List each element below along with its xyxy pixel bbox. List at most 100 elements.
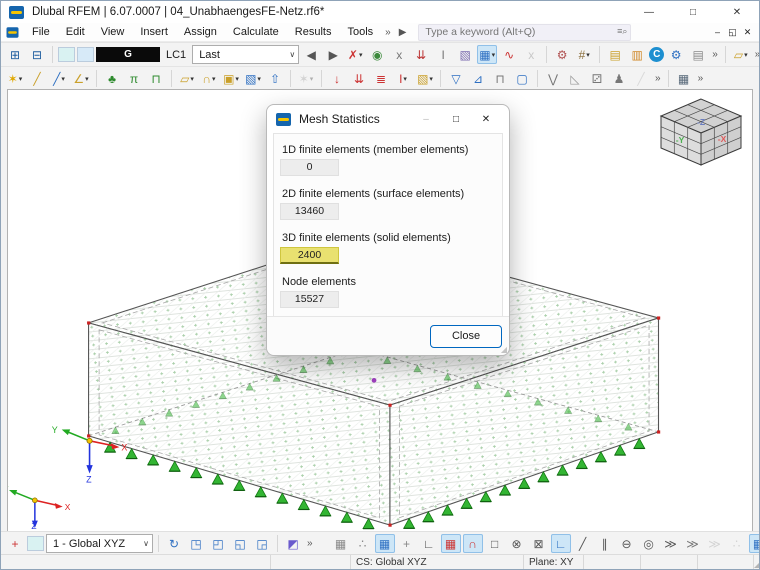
show-results-icon[interactable]: ∿	[499, 45, 519, 64]
new-nodal-load-icon[interactable]: ↓	[327, 69, 347, 88]
circle-snap-icon[interactable]: ⊗	[507, 534, 527, 553]
box-snap-icon[interactable]: ⊠	[529, 534, 549, 553]
grid-snap-icon[interactable]: ▦	[441, 534, 461, 553]
section-icon[interactable]: ⊓	[490, 69, 510, 88]
special-selection-icon[interactable]: ▱▾	[731, 45, 751, 64]
new-member-load-icon[interactable]: ⇊	[349, 69, 369, 88]
menu-item-insert[interactable]: Insert	[132, 23, 176, 41]
field-value[interactable]: 15527	[280, 291, 339, 308]
dialog-resize-grip[interactable]: ◢	[501, 345, 507, 354]
extension-snap-icon[interactable]: ≫	[661, 534, 681, 553]
view-rotate-icon[interactable]: ↻	[164, 534, 184, 553]
mesh-settings-icon[interactable]: ⚙	[552, 45, 572, 64]
generate-mesh-icon[interactable]: ▤	[605, 45, 625, 64]
filter-results-icon[interactable]: ▽	[446, 69, 466, 88]
new-nodal-support-icon[interactable]: ♣	[102, 69, 122, 88]
concentric-snap-icon[interactable]: ◎	[639, 534, 659, 553]
menu-run-arrow[interactable]: ▶	[395, 27, 411, 38]
new-line-support-icon[interactable]: π	[124, 69, 144, 88]
new-nurbs-surface-icon[interactable]: ∩▾	[199, 69, 219, 88]
numbering-options-icon[interactable]: #▾	[574, 45, 594, 64]
menu-item-edit[interactable]: Edit	[58, 23, 93, 41]
next-load-case-icon[interactable]: ▶	[323, 45, 343, 64]
maximize-button[interactable]: □	[671, 1, 715, 23]
dialog-titlebar[interactable]: Mesh Statistics – □ ✕	[267, 105, 509, 133]
new-node-icon[interactable]: ✶▾	[5, 69, 25, 88]
self-weight-badge[interactable]: G	[96, 47, 160, 62]
line-snap-icon[interactable]: ╱	[573, 534, 593, 553]
walk-through-icon[interactable]: ♟	[609, 69, 629, 88]
menu-item-file[interactable]: File	[24, 23, 58, 41]
field-value[interactable]: 0	[280, 159, 339, 176]
new-member-icon[interactable]: ╱▾	[49, 69, 69, 88]
toolbar-overflow-2[interactable]: »	[753, 49, 759, 60]
menu-item-tools[interactable]: Tools	[339, 23, 381, 41]
import-model-icon[interactable]: ▥	[627, 45, 647, 64]
new-polyline-icon[interactable]: ∠▾	[71, 69, 91, 88]
fe-mesh-nodes-icon[interactable]: ∴	[353, 534, 373, 553]
selected-node[interactable]	[372, 378, 377, 383]
dialog-maximize-button[interactable]: □	[441, 114, 471, 125]
new-combination-icon[interactable]: ▧▾	[415, 69, 435, 88]
show-grid-icon[interactable]: ▦	[749, 534, 759, 553]
show-loads-icon[interactable]: ⇊	[411, 45, 431, 64]
search-input[interactable]	[418, 24, 631, 41]
previous-load-case-icon[interactable]: ◀	[301, 45, 321, 64]
toolbar-overflow-4[interactable]: »	[653, 73, 663, 84]
show-solids-icon[interactable]: ▧	[455, 45, 475, 64]
ortho-snap-icon[interactable]: ∟	[551, 534, 571, 553]
tangent-snap-icon[interactable]: ⊖	[617, 534, 637, 553]
cs-color-swatch[interactable]	[27, 536, 44, 551]
menu-item-assign[interactable]: Assign	[176, 23, 225, 41]
new-line-icon[interactable]: ╱	[27, 69, 47, 88]
view-front-icon[interactable]: ◰	[208, 534, 228, 553]
view-isometric-icon[interactable]: ◳	[186, 534, 206, 553]
new-surface-icon[interactable]: ▱▾	[177, 69, 197, 88]
currency-badge[interactable]: C	[649, 47, 664, 62]
snap-angle-icon[interactable]: ∟	[419, 534, 439, 553]
new-opening-icon[interactable]: ▣▾	[221, 69, 241, 88]
toolbar-overflow-5[interactable]: »	[696, 73, 706, 84]
child-restore-button[interactable]: ◱	[725, 27, 740, 38]
fe-mesh-grid-icon[interactable]: ▦	[331, 534, 351, 553]
toolbar-overflow-6[interactable]: »	[305, 538, 315, 549]
background-color-swatch[interactable]	[58, 47, 75, 62]
perpendicular-snap-icon[interactable]: ≫	[683, 534, 703, 553]
menu-item-view[interactable]: View	[93, 23, 133, 41]
close-button[interactable]: ✕	[715, 1, 759, 23]
coordinate-system-icon[interactable]: +	[5, 534, 25, 553]
view-top-icon[interactable]: ◲	[252, 534, 272, 553]
child-close-button[interactable]: ✕	[740, 27, 755, 38]
model-settings-icon[interactable]: ⚙	[666, 45, 686, 64]
work-plane-icon[interactable]: ◺	[565, 69, 585, 88]
show-mesh-icon[interactable]: ▦▾	[477, 45, 497, 64]
numpad-icon[interactable]: ▦	[674, 69, 694, 88]
dialog-close-icon[interactable]: ✕	[471, 114, 501, 125]
minimize-button[interactable]: —	[627, 1, 671, 23]
new-free-load-icon[interactable]: I▾	[393, 69, 413, 88]
show-supports-icon[interactable]: ◉	[367, 45, 387, 64]
render-view-icon[interactable]: ⚂	[587, 69, 607, 88]
filter-loads-icon[interactable]: ✗▾	[345, 45, 365, 64]
render-mode-icon[interactable]: ◩	[283, 534, 303, 553]
center-snap-icon[interactable]: □	[485, 534, 505, 553]
show-numbering-icon[interactable]: x	[389, 45, 409, 64]
printout-report-icon[interactable]: ▤	[688, 45, 708, 64]
view-side-icon[interactable]: ◱	[230, 534, 250, 553]
window-resize-grip[interactable]: ◢	[754, 555, 760, 569]
panel-color-swatch[interactable]	[77, 47, 94, 62]
coordinate-system-combo[interactable]: 1 - Global XYZ∨	[46, 534, 153, 553]
field-value[interactable]: 2400	[280, 247, 339, 264]
new-surface-load-icon[interactable]: ≣	[371, 69, 391, 88]
import-block-icon[interactable]: ⇧	[265, 69, 285, 88]
show-dimensions-icon[interactable]: I	[433, 45, 453, 64]
navigation-cube[interactable]: -Z -Y -X	[659, 97, 743, 167]
fe-mesh-view-icon[interactable]: ▦	[375, 534, 395, 553]
guidelines-icon[interactable]: +	[397, 534, 417, 553]
result-diagrams-icon[interactable]: ⊿	[468, 69, 488, 88]
clipping-box-icon[interactable]: ▢	[512, 69, 532, 88]
close-dialog-button[interactable]: Close	[430, 325, 502, 348]
keyword-search[interactable]: ≡⌕	[418, 24, 631, 41]
toolbar-overflow-1[interactable]: »	[710, 49, 720, 60]
new-window-icon[interactable]: ⊞	[5, 45, 25, 64]
